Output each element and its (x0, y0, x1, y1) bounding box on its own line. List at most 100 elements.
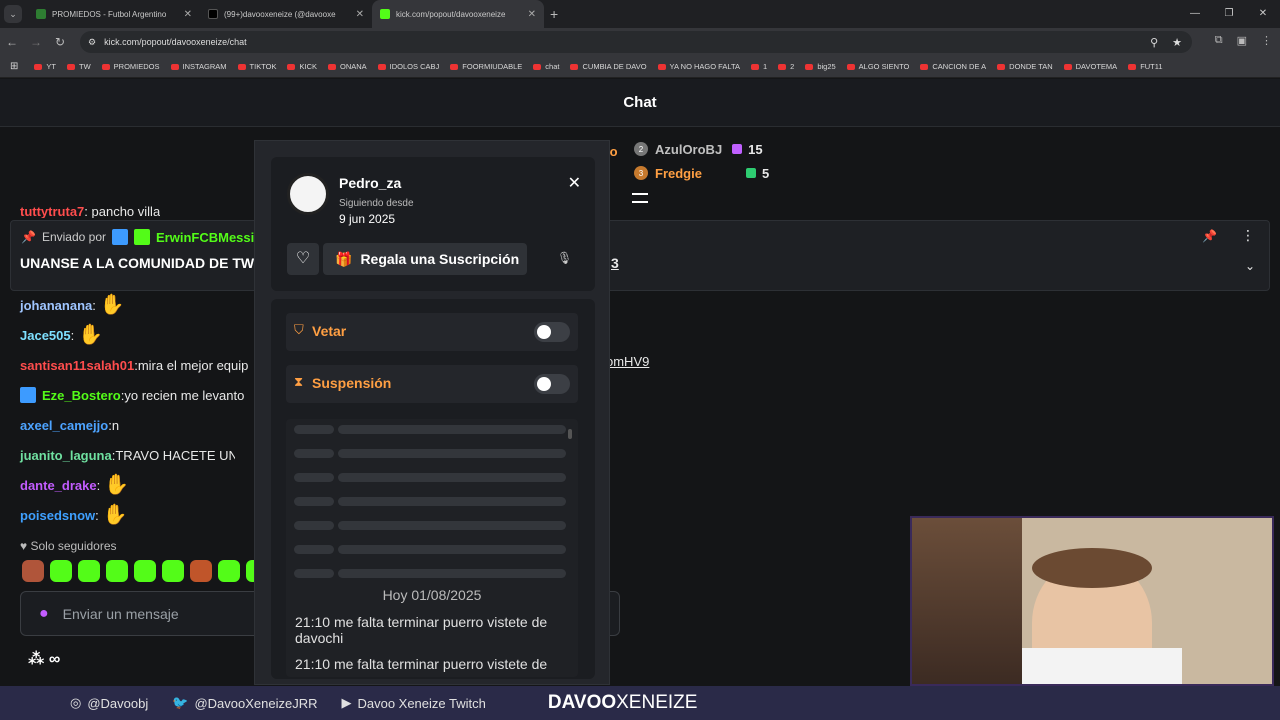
bookmark-item[interactable]: DONDE TAN (997, 62, 1053, 71)
bookmark-item[interactable]: big25 (805, 62, 836, 71)
forward-icon[interactable]: → (24, 35, 48, 49)
bookmark-item[interactable]: DAVOTEMA (1063, 62, 1118, 71)
pinned-user[interactable]: ErwinFCBMessii (156, 230, 258, 245)
bookmark-item[interactable]: YA NO HAGO FALTA (657, 62, 740, 71)
close-icon[interactable]: ✕ (568, 173, 581, 193)
moderation-section: ⛉ Vetar ⧗ Suspensión Hoy 01/08/2025 21:1… (271, 299, 595, 679)
leaderboard-name[interactable]: AzulOroBJ (655, 142, 722, 157)
ban-toggle[interactable] (534, 322, 570, 342)
bookmark-item[interactable]: YT (34, 62, 56, 71)
user-profile-popup: Pedro_za Siguiendo desde 9 jun 2025 ✕ ♡ … (254, 140, 610, 685)
emote-icon[interactable] (78, 560, 100, 582)
chat-username[interactable]: johananana (20, 298, 92, 313)
chat-username[interactable]: poisedsnow (20, 508, 95, 523)
rank-badge: 2 (634, 142, 648, 156)
emote-icon[interactable] (106, 560, 128, 582)
bookmark-label: 2 (790, 62, 795, 71)
bookmark-icon (570, 63, 579, 70)
bookmark-item[interactable]: TIKTOK (237, 62, 276, 71)
emote-icon[interactable] (218, 560, 240, 582)
bookmark-item[interactable]: 2 (778, 62, 794, 71)
bookmark-item[interactable]: IDOLOS CABJ (377, 62, 440, 71)
bookmark-item[interactable]: 1 (750, 62, 767, 71)
chat-username[interactable]: Jace505 (20, 328, 71, 343)
bookmark-label: FOORMIUDABLE (462, 62, 523, 71)
bookmark-item[interactable]: TW (66, 62, 91, 71)
bookmark-item[interactable]: PROMIEDOS (101, 62, 160, 71)
collapse-leaderboard-icon[interactable] (632, 193, 648, 203)
tab-title: (99+)davooxeneize (@davooxe (224, 9, 336, 19)
unpin-icon[interactable]: 📌 (1202, 229, 1217, 243)
chat-username[interactable]: santisan11salah01 (20, 358, 134, 373)
chat-username[interactable]: Eze_Bostero (42, 388, 121, 403)
tab-promiedos[interactable]: PROMIEDOS - Futbol Argentino ✕ (28, 0, 200, 28)
profile-icon[interactable]: ▣ (1237, 34, 1247, 47)
emote-icon[interactable] (134, 560, 156, 582)
bookmark-label: big25 (817, 62, 836, 71)
more-options-icon[interactable]: ⋮ (1241, 227, 1255, 244)
mute-mic-icon[interactable]: 🎙 (557, 251, 572, 265)
new-tab-button[interactable]: + (550, 6, 558, 22)
loading-skeleton (294, 569, 334, 578)
tab-tiktok[interactable]: (99+)davooxeneize (@davooxe ✕ (200, 0, 372, 28)
bookmark-item[interactable]: CANCION DE A (920, 62, 986, 71)
date-header: Hoy 01/08/2025 (382, 587, 482, 603)
bookmark-icon (533, 63, 542, 70)
maximize-icon[interactable]: ❐ (1212, 0, 1246, 28)
bookmark-item[interactable]: FUT11 (1128, 62, 1163, 71)
emote-icon[interactable] (50, 560, 72, 582)
follow-heart-button[interactable]: ♡ (287, 243, 319, 275)
close-icon[interactable]: ✕ (356, 9, 364, 20)
gift-sub-label: Regala una Suscripción (360, 251, 520, 267)
chat-username[interactable]: juanito_laguna (20, 448, 112, 463)
emote-icon: ✋ (104, 474, 130, 496)
bookmark-label: ALGO SIENTO (858, 62, 910, 71)
bookmark-item[interactable]: KICK (287, 62, 317, 71)
bookmark-item[interactable]: chat (533, 62, 559, 71)
leaderboard-name[interactable]: Fredgie (655, 166, 702, 181)
pinned-link[interactable]: 3 (611, 255, 619, 271)
emote-icon[interactable] (22, 560, 44, 582)
apps-icon[interactable]: ⊞ (10, 61, 18, 72)
gift-icon (732, 144, 743, 154)
close-icon[interactable]: ✕ (528, 9, 536, 20)
site-info-icon[interactable]: ⚙ (88, 37, 96, 48)
bookmark-item[interactable]: INSTAGRAM (170, 62, 227, 71)
menu-icon[interactable]: ⋮ (1261, 34, 1272, 47)
chat-message: Eze_Bostero: yo recien me levanto (20, 380, 248, 410)
timeout-toggle[interactable] (534, 374, 570, 394)
extensions-icon[interactable]: ⧉ (1215, 34, 1223, 47)
window-close-icon[interactable]: ✕ (1246, 0, 1280, 28)
gift-sub-button[interactable]: 🎁 Regala una Suscripción (323, 243, 527, 275)
url-field[interactable]: ⚙ kick.com/popout/davooxeneize/chat ⚲ ★ (80, 31, 1192, 53)
bookmark-star-icon[interactable]: ★ (1172, 36, 1182, 49)
reload-icon[interactable]: ↻ (48, 35, 72, 49)
tab-search-button[interactable]: ⌄ (4, 5, 22, 23)
promiedos-favicon (36, 9, 46, 19)
chevron-down-icon[interactable]: ⌄ (1245, 259, 1255, 273)
bookmark-label: IDOLOS CABJ (389, 62, 440, 71)
chat-header: Chat (0, 79, 1280, 127)
bookmark-item[interactable]: FOORMIUDABLE (450, 62, 522, 71)
zoom-icon[interactable]: ⚲ (1150, 36, 1158, 49)
close-icon[interactable]: ✕ (184, 9, 192, 20)
microphone-icon[interactable]: ● (39, 605, 49, 623)
chat-username[interactable]: axeel_camejjo (20, 418, 108, 433)
bookmark-item[interactable]: ONANA (328, 62, 367, 71)
bookmark-item[interactable]: ALGO SIENTO (846, 62, 910, 71)
scrollbar[interactable] (568, 429, 572, 439)
emote-icon[interactable] (190, 560, 212, 582)
link-tail[interactable]: omHV9 (606, 354, 649, 369)
minimize-icon[interactable]: — (1178, 0, 1212, 28)
bookmark-icon (377, 63, 386, 70)
pinned-message[interactable]: 📌 Enviado por ErwinFCBMessii UNANSE A LA… (10, 220, 1270, 291)
bookmark-icon (1063, 63, 1072, 70)
emote-icon[interactable] (162, 560, 184, 582)
loading-skeleton (338, 569, 566, 578)
tab-kick[interactable]: kick.com/popout/davooxeneize ✕ (372, 0, 544, 28)
bookmark-label: DAVOTEMA (1075, 62, 1118, 71)
back-icon[interactable]: ← (0, 35, 24, 49)
bookmark-item[interactable]: CUMBIA DE DAVO (570, 62, 647, 71)
bookmark-label: chat (545, 62, 560, 71)
chat-username[interactable]: dante_drake (20, 478, 97, 493)
